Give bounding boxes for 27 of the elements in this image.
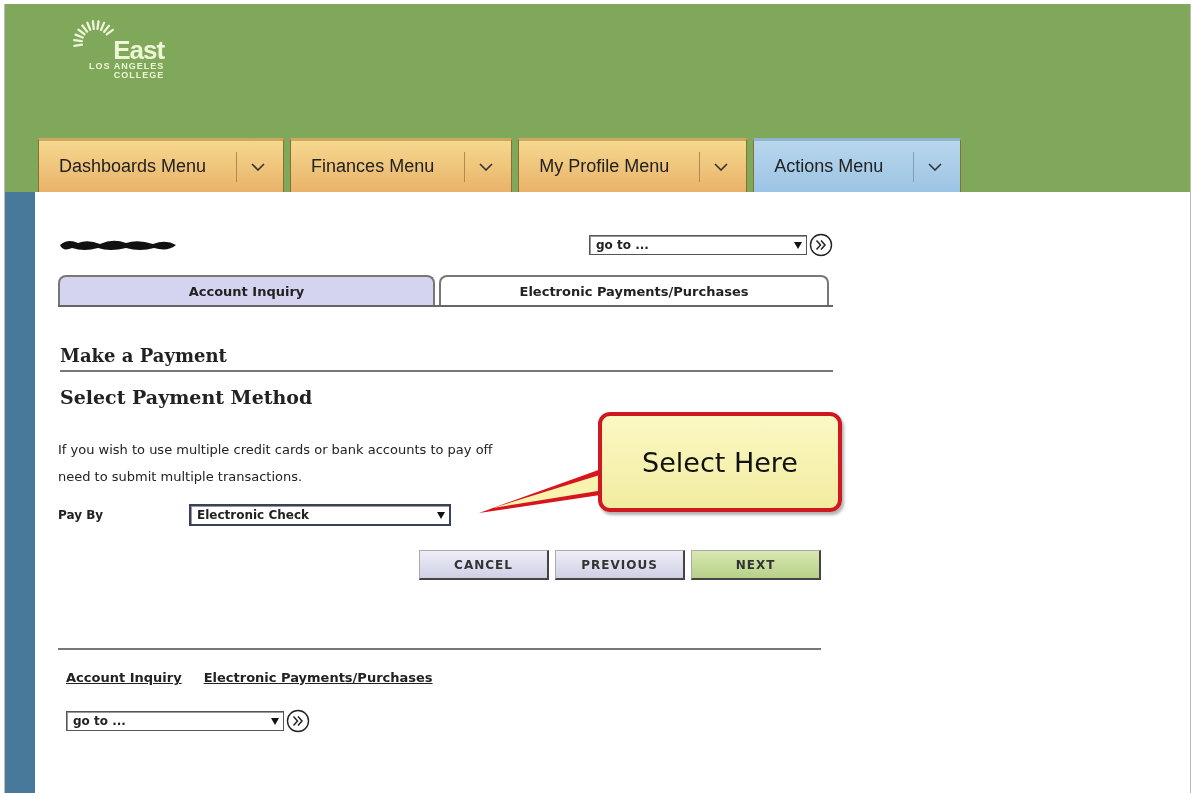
chevron-down-icon[interactable]	[928, 162, 943, 171]
field-label: Pay By	[58, 508, 105, 522]
menu-tab[interactable]: My Profile Menu	[518, 138, 748, 192]
chevron-down-icon[interactable]	[251, 162, 266, 171]
chevron-down-icon[interactable]	[479, 162, 494, 171]
instruction-text: need to submit multiple transactions.	[58, 468, 303, 486]
goto-dropdown[interactable]: go to ...	[66, 711, 284, 731]
action-button[interactable]: PREVIOUS	[555, 550, 685, 580]
chevron-down-icon[interactable]	[714, 162, 729, 171]
menu-tab[interactable]: Actions Menu	[753, 138, 962, 192]
go-button-icon[interactable]	[286, 709, 310, 733]
action-button[interactable]: CANCEL	[419, 550, 549, 580]
callout-box: Select Here	[598, 412, 842, 512]
page-tab[interactable]: Account Inquiry	[58, 275, 435, 305]
section-subtitle: Select Payment Method	[60, 386, 314, 408]
footer-link[interactable]: Account Inquiry	[66, 670, 182, 685]
action-button[interactable]: NEXT	[691, 550, 821, 580]
page-tab[interactable]: Electronic Payments/Purchases	[439, 275, 829, 305]
footer-link[interactable]: Electronic Payments/Purchases	[203, 670, 433, 685]
instruction-text: If you wish to use multiple credit cards or bank accounts to pay off	[58, 441, 493, 459]
menu-tab[interactable]: Dashboards Menu	[38, 138, 285, 192]
go-button-icon[interactable]	[809, 233, 833, 257]
menu-tab[interactable]: Finances Menu	[290, 138, 513, 192]
pay-by-dropdown[interactable]: Electronic Check	[189, 504, 451, 526]
goto-dropdown[interactable]: go to ...	[589, 235, 807, 255]
section-title: Make a Payment	[60, 345, 833, 372]
college-logo: East LOS ANGELES COLLEGE	[71, 16, 195, 80]
